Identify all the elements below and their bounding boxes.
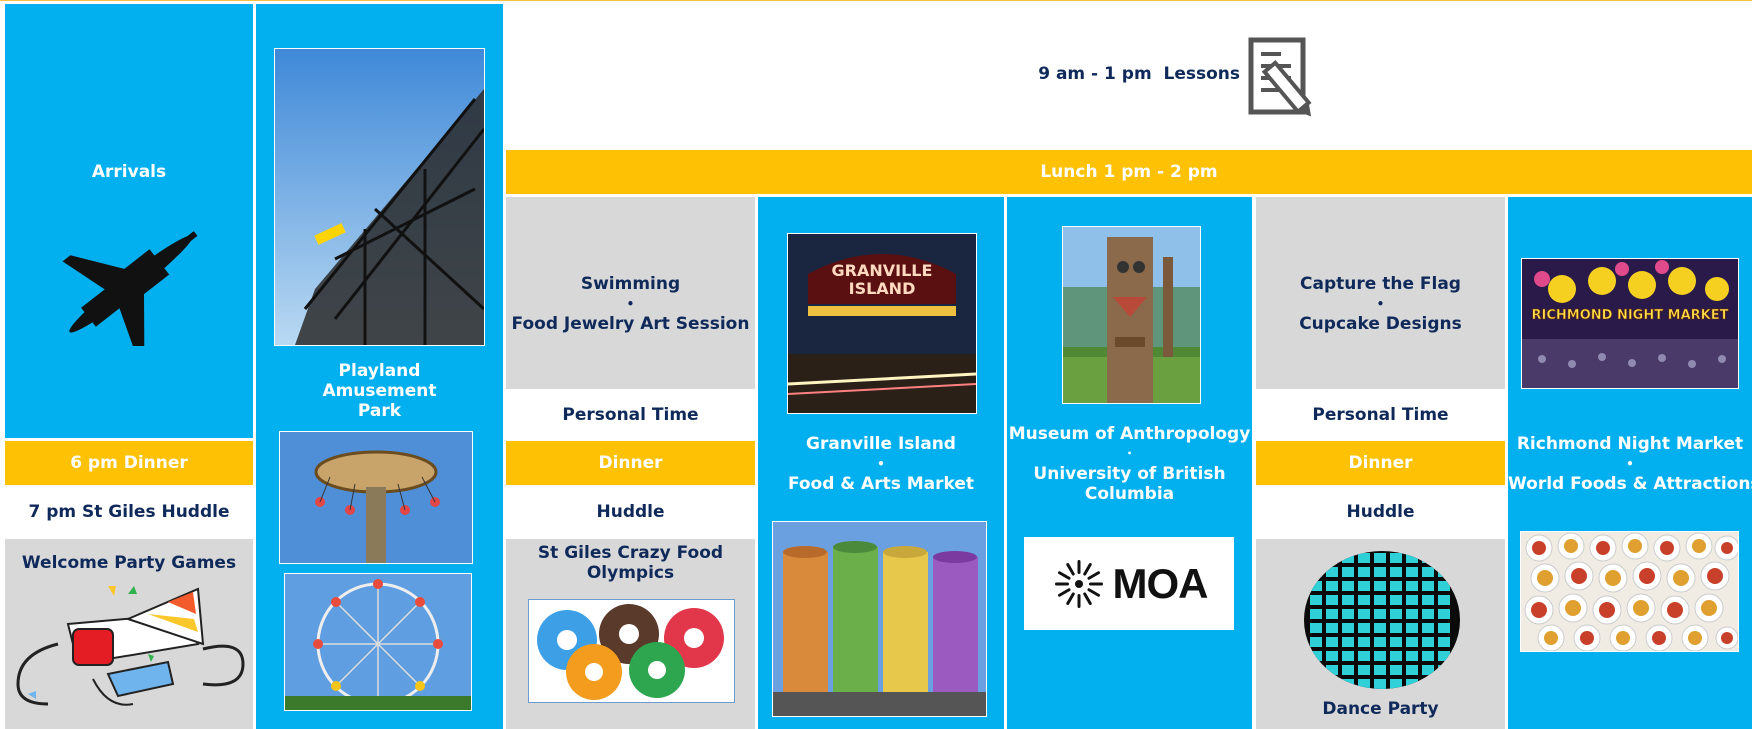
day7-line2: World Foods & Attractions [1508,474,1752,494]
day1-dinner-label: 6 pm Dinner [70,453,188,473]
day1-games-label: Welcome Party Games [21,553,237,573]
disco-ball-icon [1302,549,1462,691]
top-border [0,0,1752,1]
day3-personal-band: Personal Time [506,392,755,438]
playland-title-3: Park [357,401,402,421]
food-plates-photo [1520,531,1739,652]
donuts-icon [528,599,735,703]
day4-line1: Granville Island [806,434,956,454]
day7-line1: Richmond Night Market [1516,434,1744,454]
day6-huddle-label: Huddle [1346,502,1415,522]
day6-dinner-label: Dinner [1348,453,1413,473]
silos-mural-photo [772,521,987,717]
playland-title-2: Amusement [322,381,437,401]
granville-sign-line2: ISLAND [849,279,916,298]
airplane-icon [58,222,204,356]
day3-huddle-label: Huddle [596,502,665,522]
day6-bullet: • [1376,297,1385,311]
day6-personal-label: Personal Time [1312,405,1449,425]
granville-sign-line1: GRANVILLE [832,261,933,280]
rollercoaster-photo [274,48,485,346]
party-horn-icon [8,584,250,714]
day3-personal-label: Personal Time [562,405,699,425]
day3-line1: Swimming [580,274,681,294]
day1-huddle-band: 7 pm St Giles Huddle [5,488,253,536]
day3-line2: Food Jewelry Art Session [511,314,750,334]
day6-line2: Cupcake Designs [1299,314,1462,334]
day3-huddle-band: Huddle [506,488,755,536]
day3-olympics-line1: St Giles Crazy Food [537,543,724,563]
day5-line3: Columbia [1084,484,1175,504]
moa-logo-text: MOA [1112,559,1209,607]
totem-pole-photo [1062,226,1201,404]
playland-title-1: Playland [338,361,421,381]
day3-bullet: • [626,297,635,311]
lunch-band: Lunch 1 pm - 2 pm [506,150,1752,194]
day3-dinner-band: Dinner [506,441,755,485]
moa-logo: MOA [1024,537,1234,630]
day7-bullet: • [1626,457,1634,471]
day4-bullet: • [877,457,885,471]
spiral-icon [1054,559,1103,608]
day5-line1: Museum of Anthropology [1008,424,1251,444]
night-market-banner-text: RICHMOND NIGHT MARKET [1532,308,1729,323]
day6-personal-band: Personal Time [1256,392,1505,438]
day6-line1: Capture the Flag [1300,274,1461,294]
wave-swinger-photo [279,431,473,564]
lessons-label: 9 am - 1 pm Lessons [1038,64,1240,84]
day5-bullet: • [1126,449,1133,458]
night-market-banner-photo: RICHMOND NIGHT MARKET [1521,258,1739,389]
arrivals-block [5,4,253,438]
day4-line2: Food & Arts Market [787,474,975,494]
arrivals-label: Arrivals [91,162,167,182]
day6-huddle-band: Huddle [1256,488,1505,536]
lunch-label: Lunch 1 pm - 2 pm [1040,162,1218,182]
ferris-wheel-photo [284,573,472,711]
day6-dinner-band: Dinner [1256,441,1505,485]
day1-dinner-band: 6 pm Dinner [5,441,253,485]
granville-sign-photo: GRANVILLE ISLAND [787,233,977,414]
document-pencil-icon [1245,36,1331,126]
day3-dinner-label: Dinner [598,453,663,473]
day1-huddle-label: 7 pm St Giles Huddle [28,502,230,522]
day5-line2: University of British [1033,464,1226,484]
day3-olympics-line2: Olympics [586,563,675,583]
day6-party-label: Dance Party [1322,699,1439,719]
